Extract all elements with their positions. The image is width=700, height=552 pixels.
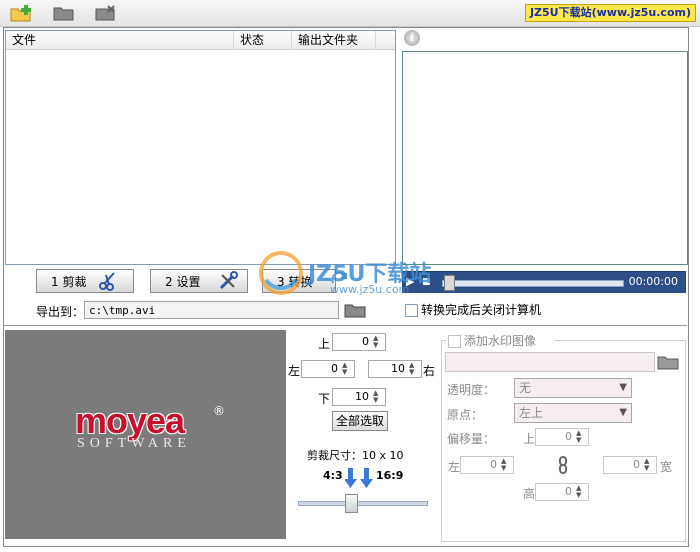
site-watermark: JZ5U下载站 www.jz5u.com bbox=[258, 250, 458, 300]
crop-top-label: 上 bbox=[318, 337, 331, 351]
crop-bottom-label: 下 bbox=[318, 392, 331, 406]
spinner-arrows-icon[interactable]: ▲ ▼ bbox=[342, 362, 352, 376]
ratio-slider-handle[interactable] bbox=[345, 494, 358, 513]
offset-left-value: 0 bbox=[490, 458, 497, 471]
logo-preview: moyea ® SOFTWARE bbox=[5, 330, 286, 539]
offset-width-label: 宽 bbox=[660, 460, 673, 474]
export-path-field[interactable]: c:\tmp.avi bbox=[84, 301, 339, 319]
shutdown-label: 转换完成后关闭计算机 bbox=[421, 303, 542, 317]
transparency-label: 透明度： bbox=[447, 383, 496, 397]
offset-height-spinner[interactable]: 0 ▲ ▼ bbox=[535, 483, 589, 501]
site-watermark-logo-icon bbox=[259, 251, 303, 295]
offset-width-value: 0 bbox=[633, 458, 640, 471]
ratio-4-3-label[interactable]: 4:3 bbox=[323, 469, 343, 482]
transparency-select[interactable]: 无 ▼ bbox=[514, 378, 632, 398]
crop-left-label: 左 bbox=[288, 364, 301, 378]
watermark-group-title: 添加水印图像 bbox=[446, 332, 554, 348]
logo-subtitle: SOFTWARE bbox=[77, 436, 191, 451]
offset-label: 偏移量： bbox=[447, 432, 496, 446]
toolbar: JZ5U下载站(www.jz5u.com) bbox=[0, 0, 700, 27]
origin-value: 左上 bbox=[519, 406, 544, 420]
spinner-arrows-icon[interactable]: ▲ ▼ bbox=[373, 390, 383, 404]
browse-watermark-icon[interactable] bbox=[657, 352, 679, 370]
site-badge: JZ5U下载站(www.jz5u.com) bbox=[524, 4, 696, 22]
offset-left-spinner[interactable]: 0 ▲ ▼ bbox=[460, 456, 514, 474]
open-folder-icon[interactable] bbox=[52, 4, 76, 22]
origin-select[interactable]: 左上 ▼ bbox=[514, 403, 632, 423]
export-label: 导出到： bbox=[36, 305, 85, 319]
offset-top-spinner[interactable]: 0 ▲ ▼ bbox=[535, 428, 589, 446]
column-output-folder[interactable]: 输出文件夹 bbox=[292, 31, 376, 49]
scissors-icon bbox=[99, 272, 115, 291]
section-divider bbox=[3, 325, 687, 326]
offset-height-label: 高 bbox=[523, 487, 536, 501]
crop-bottom-spinner[interactable]: 10 ▲ ▼ bbox=[332, 388, 386, 406]
site-watermark-url: www.jz5u.com bbox=[330, 283, 410, 296]
watermark-image-path[interactable] bbox=[445, 352, 655, 372]
spinner-arrows-icon[interactable]: ▲ ▼ bbox=[644, 458, 654, 472]
column-status[interactable]: 状态 bbox=[234, 31, 292, 49]
crop-button-label: 1 剪裁 bbox=[51, 275, 87, 289]
file-list-header: 文件 状态 输出文件夹 bbox=[6, 31, 395, 50]
logo-registered-mark: ® bbox=[213, 404, 225, 418]
crop-right-label: 右 bbox=[423, 364, 436, 378]
crop-right-spinner[interactable]: 10 ▲ ▼ bbox=[368, 360, 422, 378]
select-all-button[interactable]: 全部选取 bbox=[332, 411, 388, 431]
info-icon[interactable]: i bbox=[404, 30, 420, 46]
spinner-arrows-icon[interactable]: ▲ ▼ bbox=[409, 362, 419, 376]
spinner-arrows-icon[interactable]: ▲ ▼ bbox=[501, 458, 511, 472]
watermark-checkbox[interactable] bbox=[448, 335, 461, 348]
offset-width-spinner[interactable]: 0 ▲ ▼ bbox=[603, 456, 657, 474]
spinner-arrows-icon[interactable]: ▲ ▼ bbox=[576, 430, 586, 444]
spinner-arrows-icon[interactable]: ▲ ▼ bbox=[373, 335, 383, 349]
offset-height-value: 0 bbox=[565, 485, 572, 498]
crop-right-value: 10 bbox=[391, 362, 405, 375]
crop-size-label: 剪裁尺寸：10 x 10 bbox=[307, 449, 404, 462]
transparency-value: 无 bbox=[519, 381, 532, 395]
offset-left-label: 左 bbox=[448, 460, 461, 474]
remove-icon[interactable] bbox=[94, 4, 118, 22]
origin-label: 原点： bbox=[447, 408, 484, 422]
spinner-arrows-icon[interactable]: ▲ ▼ bbox=[576, 485, 586, 499]
crop-left-value: 0 bbox=[331, 362, 338, 375]
dropdown-arrow-icon: ▼ bbox=[619, 407, 627, 418]
crop-top-value: 0 bbox=[362, 335, 369, 348]
crop-bottom-value: 10 bbox=[355, 390, 369, 403]
time-display: 00:00:00 bbox=[628, 275, 678, 288]
crop-top-spinner[interactable]: 0 ▲ ▼ bbox=[332, 333, 386, 351]
shutdown-checkbox[interactable] bbox=[405, 304, 418, 317]
watermark-checkbox-label: 添加水印图像 bbox=[464, 334, 537, 348]
ratio-16-9-label[interactable]: 16:9 bbox=[376, 469, 403, 482]
column-file[interactable]: 文件 bbox=[6, 31, 234, 49]
crop-left-spinner[interactable]: 0 ▲ ▼ bbox=[301, 360, 355, 378]
offset-top-value: 0 bbox=[565, 430, 572, 443]
add-folder-icon[interactable] bbox=[10, 4, 34, 22]
settings-button-label: 2 设置 bbox=[165, 275, 201, 289]
dropdown-arrow-icon: ▼ bbox=[619, 382, 627, 393]
ratio-arrows-icon[interactable] bbox=[345, 466, 375, 490]
tools-icon bbox=[219, 271, 238, 290]
seek-bar[interactable] bbox=[442, 280, 624, 287]
offset-top-label: 上 bbox=[523, 432, 536, 446]
crop-button[interactable]: 1 剪裁 bbox=[36, 269, 134, 293]
file-list[interactable]: 文件 状态 输出文件夹 bbox=[5, 30, 396, 265]
preview-pane bbox=[402, 51, 688, 265]
link-chain-icon[interactable] bbox=[557, 456, 569, 474]
ratio-slider-track[interactable] bbox=[298, 501, 428, 506]
browse-folder-icon[interactable] bbox=[344, 300, 366, 318]
